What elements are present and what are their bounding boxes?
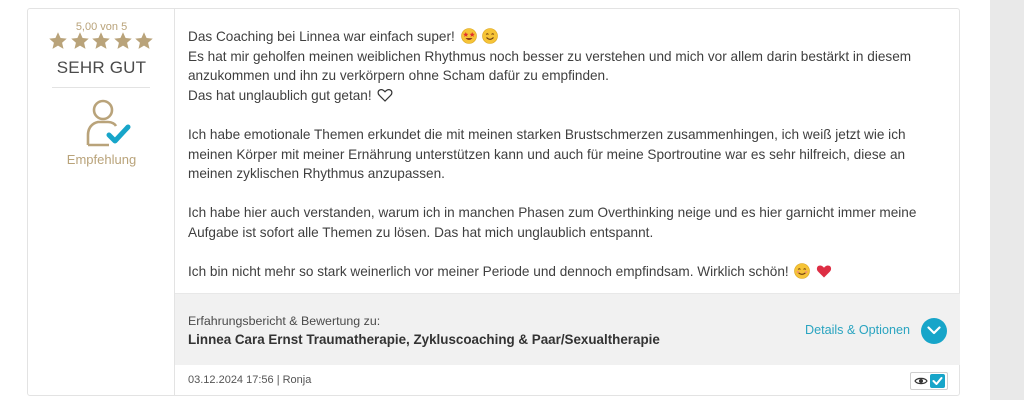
review-line: Das Coaching bei Linnea war einfach supe…	[188, 29, 455, 44]
review-line: Es hat mir geholfen meinen weiblichen Rh…	[188, 48, 912, 64]
review-card: 5,00 von 5 SEHR GUT Empfehlung Das Coach…	[27, 8, 960, 396]
review-line: anzukommen und ihn zu verkörpern ohne Sc…	[188, 68, 609, 84]
blush-emoji-icon	[794, 263, 811, 279]
star-rating	[48, 31, 154, 53]
date-author: 03.12.2024 17:56 | Ronja	[188, 374, 312, 386]
star-icon	[113, 32, 132, 49]
details-options-link[interactable]: Details & Optionen	[805, 323, 910, 337]
recommendation-person-check-icon	[86, 99, 131, 147]
star-icon	[70, 32, 89, 49]
review-paragraph: Ich habe emotionale Themen erkundet die …	[188, 126, 906, 182]
review-text: Das Coaching bei Linnea war einfach supe…	[188, 27, 948, 282]
review-tools	[910, 372, 948, 390]
smile-emoji-icon	[482, 28, 499, 44]
rating-sidebar: 5,00 von 5 SEHR GUT Empfehlung	[28, 9, 175, 395]
review-line: Das hat unglaublich gut getan!	[188, 87, 372, 103]
subject-name[interactable]: Linnea Cara Ernst Traumatherapie, Zyklus…	[188, 332, 660, 347]
page-scrollbar[interactable]	[990, 0, 1024, 400]
star-icon	[135, 32, 153, 49]
subject-label: Erfahrungsbericht & Bewertung zu:	[188, 314, 381, 328]
sidebar-divider	[52, 87, 150, 88]
eye-icon[interactable]	[914, 375, 928, 387]
recommendation-label: Empfehlung	[66, 152, 137, 167]
review-paragraph: Ich bin nicht mehr so stark weinerlich v…	[188, 262, 948, 282]
red-heart-icon	[817, 265, 832, 278]
chevron-down-icon	[927, 326, 941, 335]
star-icon	[92, 32, 110, 49]
review-line: Ich bin nicht mehr so stark weinerlich v…	[188, 264, 789, 280]
details-toggle-button[interactable]	[921, 318, 947, 344]
rating-grade: SEHR GUT	[56, 58, 147, 77]
star-icon	[49, 32, 67, 49]
review-subject-panel: Erfahrungsbericht & Bewertung zu: Linnea…	[175, 293, 960, 365]
review-paragraph: Ich habe hier auch verstanden, warum ich…	[188, 205, 917, 240]
review-meta-row: 03.12.2024 17:56 | Ronja	[175, 365, 960, 395]
heart-outline-icon	[377, 88, 393, 102]
star-eyes-emoji-icon	[460, 28, 477, 44]
verified-check-icon[interactable]	[930, 374, 945, 388]
review-paragraph: Das Coaching bei Linnea war einfach supe…	[188, 27, 948, 105]
